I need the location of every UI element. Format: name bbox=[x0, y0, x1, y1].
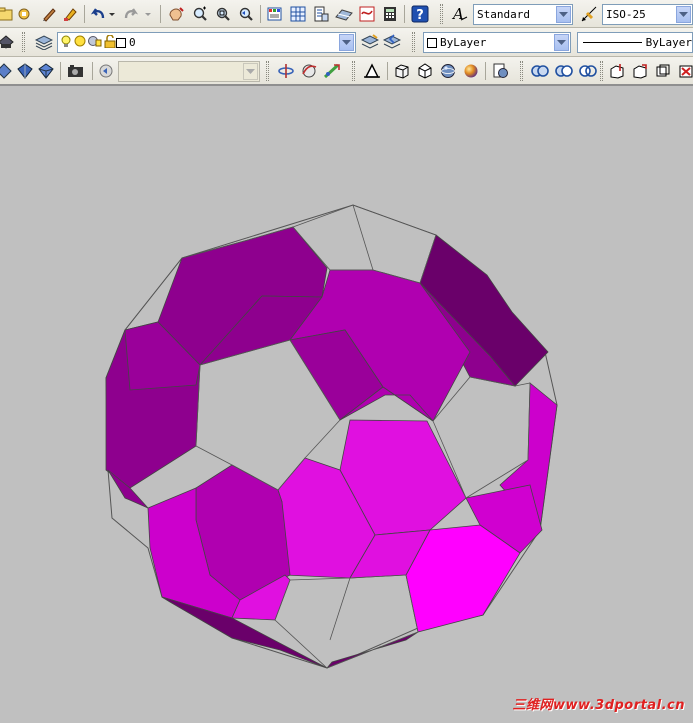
text-style-icon[interactable]: A bbox=[450, 4, 470, 24]
pan-icon[interactable] bbox=[166, 4, 186, 24]
linetype-select[interactable]: ByLayer bbox=[577, 32, 693, 53]
continuous-orbit-icon[interactable] bbox=[322, 61, 342, 81]
standard-toolbar: ? A Standard ISO-25 bbox=[0, 0, 693, 28]
text-style-value: Standard bbox=[477, 8, 530, 21]
offset-faces-icon[interactable] bbox=[653, 61, 673, 81]
color-select[interactable]: ByLayer bbox=[423, 32, 571, 53]
orbit-icon[interactable] bbox=[276, 61, 296, 81]
delete-faces-icon[interactable] bbox=[676, 61, 693, 81]
sphere-icon[interactable] bbox=[438, 61, 458, 81]
named-views-icon[interactable] bbox=[96, 61, 116, 81]
shade-gouraud-icon[interactable] bbox=[36, 61, 56, 81]
linetype-value: ByLayer bbox=[645, 36, 692, 49]
sun-icon bbox=[74, 35, 86, 50]
sheet-set-icon[interactable] bbox=[334, 4, 354, 24]
materials-icon[interactable] bbox=[491, 61, 511, 81]
model-viewport[interactable]: 三维网www.3dportal.cn bbox=[0, 86, 693, 719]
design-center-icon[interactable] bbox=[288, 4, 308, 24]
views-select bbox=[118, 61, 260, 82]
properties-icon[interactable] bbox=[265, 4, 285, 24]
free-orbit-icon[interactable] bbox=[299, 61, 319, 81]
shade-2d-icon[interactable] bbox=[0, 61, 14, 81]
3d-toolbar bbox=[0, 57, 693, 85]
undo-icon[interactable] bbox=[88, 4, 108, 24]
chevron-down-icon bbox=[554, 34, 569, 51]
layers-toolbar: 0 ByLayer ByLayer bbox=[0, 28, 693, 57]
ucs-icon[interactable] bbox=[362, 61, 382, 81]
zoom-previous-icon[interactable] bbox=[236, 4, 256, 24]
undo-dropdown-icon[interactable] bbox=[107, 4, 117, 24]
render-icon[interactable] bbox=[461, 61, 481, 81]
layer-value: 0 bbox=[129, 36, 136, 49]
layer-manager-icon[interactable] bbox=[34, 32, 54, 52]
dim-style-select[interactable]: ISO-25 bbox=[602, 4, 693, 25]
brush-icon[interactable] bbox=[60, 4, 80, 24]
lock-icon bbox=[104, 33, 116, 51]
zoom-window-icon[interactable] bbox=[213, 4, 233, 24]
camera-icon[interactable] bbox=[66, 61, 86, 81]
color-value: ByLayer bbox=[440, 36, 487, 49]
publish-icon[interactable] bbox=[14, 4, 34, 24]
chevron-down-icon bbox=[556, 6, 571, 23]
redo-dropdown-icon[interactable] bbox=[143, 4, 153, 24]
truncated-icosahedron-model bbox=[105, 204, 558, 669]
chevron-down-icon bbox=[676, 6, 691, 23]
zoom-realtime-icon[interactable] bbox=[190, 4, 210, 24]
move-faces-icon[interactable] bbox=[630, 61, 650, 81]
layer-previous-icon[interactable] bbox=[0, 32, 16, 52]
layer-select[interactable]: 0 bbox=[57, 32, 356, 53]
shade-flat-icon[interactable] bbox=[15, 61, 35, 81]
dim-style-icon[interactable] bbox=[579, 4, 599, 24]
linetype-sample bbox=[583, 42, 642, 43]
svg-text:?: ? bbox=[416, 8, 424, 23]
match-properties-icon[interactable] bbox=[39, 4, 59, 24]
freeze-viewport-icon bbox=[88, 35, 102, 50]
layer-states-icon[interactable] bbox=[382, 32, 402, 52]
markup-icon[interactable] bbox=[357, 4, 377, 24]
calculator-icon[interactable] bbox=[380, 4, 400, 24]
chevron-down-icon bbox=[243, 63, 258, 80]
help-icon[interactable]: ? bbox=[410, 4, 430, 24]
redo-icon[interactable] bbox=[121, 4, 141, 24]
wedge-icon[interactable] bbox=[415, 61, 435, 81]
dim-style-value: ISO-25 bbox=[606, 8, 646, 21]
extrude-faces-icon[interactable] bbox=[607, 61, 627, 81]
tool-palettes-icon[interactable] bbox=[311, 4, 331, 24]
union-icon[interactable] bbox=[530, 61, 550, 81]
make-current-layer-icon[interactable] bbox=[360, 32, 380, 52]
intersect-icon[interactable] bbox=[578, 61, 598, 81]
text-style-select[interactable]: Standard bbox=[473, 4, 573, 25]
chevron-down-icon bbox=[339, 34, 354, 51]
layer-color-swatch bbox=[116, 37, 126, 48]
box-icon[interactable] bbox=[392, 61, 412, 81]
color-swatch bbox=[427, 37, 437, 48]
watermark: 三维网www.3dportal.cn bbox=[512, 698, 685, 713]
light-bulb-icon bbox=[61, 35, 71, 51]
subtract-icon[interactable] bbox=[554, 61, 574, 81]
svg-text:A: A bbox=[451, 5, 464, 23]
